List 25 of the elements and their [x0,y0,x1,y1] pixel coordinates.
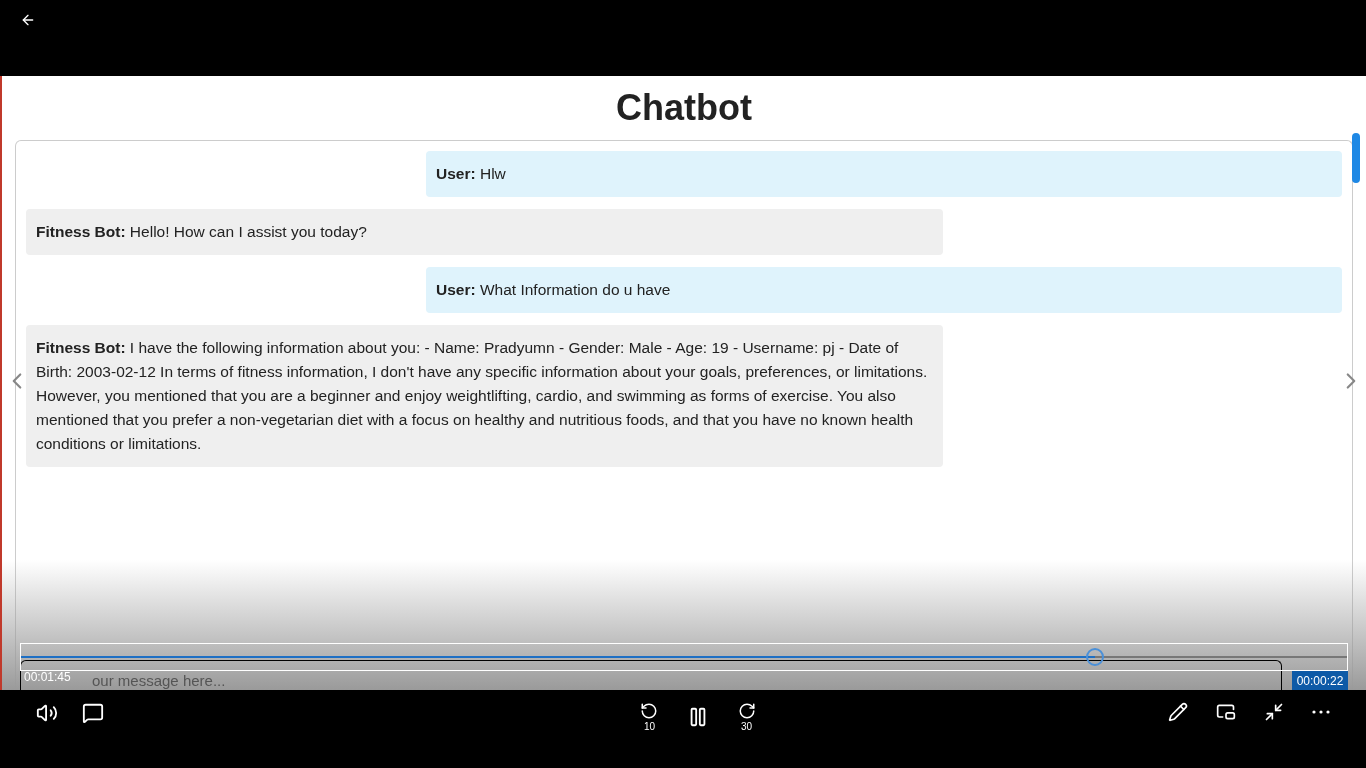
chat-message: User: What Information do u have [426,266,1342,313]
speech-bubble-icon [82,702,104,724]
shrink-arrows-icon [1264,702,1284,722]
scrollbar-thumb [1352,132,1360,183]
more-icon [1312,710,1330,714]
mini-view-icon [1216,702,1236,722]
speaker-icon [36,702,58,724]
exit-fullscreen-button[interactable] [1264,702,1284,722]
elapsed-time: 00:01:45 [24,669,71,686]
page-title: Chatbot [616,88,752,128]
back-arrow-icon [20,12,36,28]
chat-message: Fitness Bot: I have the following information about you: - Name: Pradyumn - Gender: Male - Age: 19 - Username: pj - Date of Birth: 2003-02-12 In terms of fitness information, I don't have any specific information about your goals, preferences, or limitations. However, you mentioned that you are a beginner and enjoy weightlifting, cardio, and swimming as forms of exercise. You also mentioned that you prefer a non-vegetarian diet with a focus on healthy and nutritious foods, and that you have no known health conditions or limitations. [26,324,943,467]
remaining-time: 00:00:22 [1292,671,1348,690]
forward-button[interactable]: 30 [735,702,759,732]
seek-thumb[interactable] [1086,648,1105,666]
mini-view-button[interactable] [1216,702,1236,722]
chat-message: Fitness Bot: Hello! How can I assist you today? [26,208,943,255]
rewind-icon [640,702,658,720]
volume-button[interactable] [36,702,58,724]
pen-button[interactable] [1168,702,1188,722]
rewind-button[interactable]: 10 [637,702,661,732]
chat-message: User: Hlw [426,150,1342,197]
pencil-icon [1168,702,1188,722]
forward-icon [738,702,756,720]
captions-button[interactable] [82,702,104,724]
